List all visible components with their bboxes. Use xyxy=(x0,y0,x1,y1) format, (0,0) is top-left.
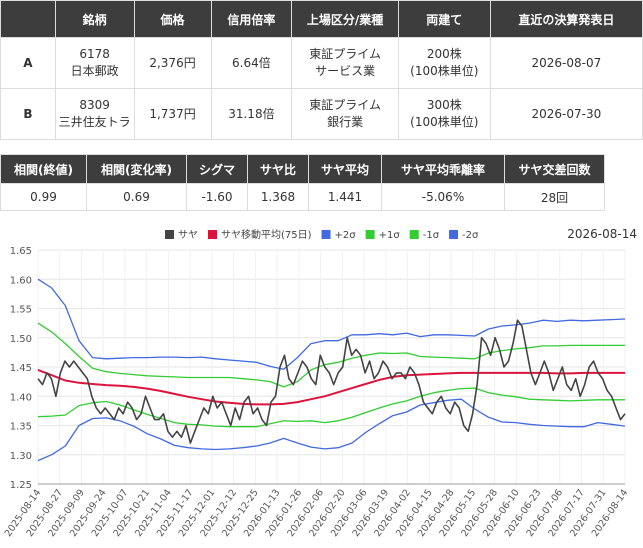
legend-label: -2σ xyxy=(462,230,479,241)
stock-cell[interactable]: 8309 三井住友トラ xyxy=(54,88,135,140)
chart-date-label: 2026-08-14 xyxy=(567,227,637,241)
y-tick-label: 1.40 xyxy=(10,392,32,403)
header-corr-close: 相関(終値) xyxy=(0,154,87,184)
header-saya-deviation: サヤ平均乖離率 xyxy=(381,154,505,184)
y-tick-label: 1.30 xyxy=(10,451,32,462)
y-tick-label: 1.60 xyxy=(10,275,32,286)
header-saya-avg: サヤ平均 xyxy=(308,154,382,184)
row-key: B xyxy=(0,88,56,140)
header-cross-count: サヤ交差回数 xyxy=(504,154,605,184)
stock-code: 6178 xyxy=(79,47,110,61)
hedge-cell: 200株 (100株単位) xyxy=(397,37,491,89)
header-key xyxy=(0,0,56,38)
row-key: A xyxy=(0,37,56,89)
market: 東証プライム xyxy=(309,98,381,112)
legend-label: サヤ移動平均(75日) xyxy=(221,228,312,241)
legend-item[interactable]: サヤ xyxy=(165,229,198,241)
header-stock: 銘柄 xyxy=(54,0,135,38)
legend-label: +2σ xyxy=(335,230,357,241)
legend-item[interactable]: -1σ xyxy=(409,230,440,241)
hedge-unit: (100株単位) xyxy=(410,115,479,129)
minus-2-sigma-line xyxy=(37,398,626,462)
stock-pair-table: 銘柄 価格 信用倍率 上場区分/業種 両建て 直近の決算発表日 A 6178 日本… xyxy=(0,0,643,140)
chart-legend[interactable]: サヤ サヤ移動平均(75日) +2σ +1σ -1σ -2σ xyxy=(165,228,479,241)
earnings-date-cell: 2026-07-30 xyxy=(489,88,643,140)
y-tick-label: 1.25 xyxy=(10,480,32,491)
corr-close-value: 0.99 xyxy=(0,183,87,211)
sector: サービス業 xyxy=(315,64,376,78)
hedge-qty: 200株 xyxy=(426,47,462,61)
legend-item[interactable]: +1σ xyxy=(365,230,401,241)
stats-value-row: 0.99 0.69 -1.60 1.368 1.441 -5.06% 28回 xyxy=(0,183,605,211)
saya-chart: サヤ サヤ移動平均(75日) +2σ +1σ -1σ -2σ 2026-08-14 1.2… xyxy=(3,227,637,539)
header-hedge: 両建て xyxy=(397,0,491,38)
market: 東証プライム xyxy=(309,47,381,61)
earnings-date-cell: 2026-08-07 xyxy=(489,37,643,89)
legend-label: +1σ xyxy=(379,230,401,241)
ratio-cell: 6.64倍 xyxy=(210,37,293,89)
market-cell: 東証プライム サービス業 xyxy=(291,37,399,89)
corr-change-value: 0.69 xyxy=(86,183,187,211)
plus-2-sigma-line xyxy=(37,278,626,370)
y-tick-label: 1.55 xyxy=(10,305,32,316)
legend-swatch xyxy=(208,230,217,239)
header-saya-ratio: サヤ比 xyxy=(247,154,309,184)
stats-header-row: 相関(終値) 相関(変化率) シグマ サヤ比 サヤ平均 サヤ平均乖離率 サヤ交差… xyxy=(0,154,605,184)
stock-name: 日本郵政 xyxy=(70,64,119,78)
y-tick-label: 1.65 xyxy=(10,246,32,257)
header-market-sector: 上場区分/業種 xyxy=(291,0,399,38)
cross-count-value: 28回 xyxy=(504,183,605,211)
legend-label: サヤ xyxy=(178,229,198,241)
y-tick-label: 1.50 xyxy=(10,334,32,345)
stock-cell[interactable]: 6178 日本郵政 xyxy=(54,37,135,89)
price-cell: 2,376円 xyxy=(133,37,212,89)
saya-ratio-value: 1.368 xyxy=(247,183,309,211)
stats-table: 相関(終値) 相関(変化率) シグマ サヤ比 サヤ平均 サヤ平均乖離率 サヤ交差… xyxy=(0,154,605,211)
hedge-unit: (100株単位) xyxy=(410,64,479,78)
stock-name: 三井住友トラ xyxy=(58,115,131,129)
table-row-a: A 6178 日本郵政 2,376円 6.64倍 東証プライム サービス業 200株… xyxy=(0,37,643,89)
legend-label: -1σ xyxy=(423,230,440,241)
sigma-value: -1.60 xyxy=(186,183,248,211)
hedge-qty: 300株 xyxy=(426,98,462,112)
market-cell: 東証プライム 銀行業 xyxy=(291,88,399,140)
legend-swatch xyxy=(409,230,419,239)
header-margin-ratio: 信用倍率 xyxy=(210,0,293,38)
header-sigma: シグマ xyxy=(186,154,248,184)
y-axis: 1.25 1.30 1.35 1.40 1.45 1.50 1.55 1.60 1.65 xyxy=(10,246,32,491)
legend-swatch xyxy=(165,230,174,239)
hedge-cell: 300株 (100株単位) xyxy=(397,88,491,140)
header-corr-change: 相関(変化率) xyxy=(86,154,187,184)
legend-swatch xyxy=(449,230,459,239)
legend-item[interactable]: +2σ xyxy=(321,230,357,241)
saya-avg-value: 1.441 xyxy=(308,183,382,211)
legend-item[interactable]: -2σ xyxy=(449,230,479,241)
header-row: 銘柄 価格 信用倍率 上場区分/業種 両建て 直近の決算発表日 xyxy=(0,0,643,38)
table-row-b: B 8309 三井住友トラ 1,737円 31.18倍 東証プライム 銀行業 300… xyxy=(0,88,643,140)
sector: 銀行業 xyxy=(327,115,364,129)
price-cell: 1,737円 xyxy=(133,88,212,140)
x-axis: 2025-08-142025-08-272025-09-092025-09-24… xyxy=(3,483,630,539)
legend-swatch xyxy=(321,230,331,239)
chart-series xyxy=(37,278,626,462)
legend-swatch xyxy=(365,230,375,239)
stock-code: 8309 xyxy=(79,98,110,112)
saya-deviation-value: -5.06% xyxy=(381,183,505,211)
header-earnings-date: 直近の決算発表日 xyxy=(489,0,643,38)
header-price: 価格 xyxy=(133,0,212,38)
ratio-cell: 31.18倍 xyxy=(210,88,293,140)
y-tick-label: 1.45 xyxy=(10,363,32,374)
legend-item[interactable]: サヤ移動平均(75日) xyxy=(208,228,312,241)
y-tick-label: 1.35 xyxy=(10,422,32,433)
